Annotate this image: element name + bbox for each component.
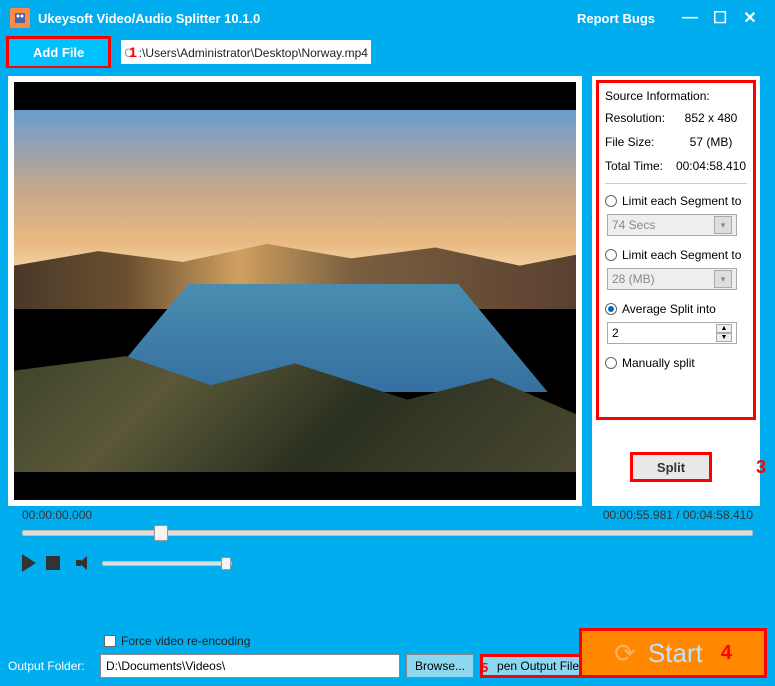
minimize-button[interactable]: — xyxy=(675,9,705,27)
play-button[interactable] xyxy=(22,554,36,572)
annotation-marker-4: 4 xyxy=(721,642,732,665)
start-label: Start xyxy=(648,638,703,669)
seek-slider[interactable] xyxy=(22,530,753,536)
filepath-display: C1:\Users\Administrator\Desktop\Norway.m… xyxy=(121,40,371,64)
open-output-file-button[interactable]: 5pen Output File xyxy=(480,654,588,678)
playback-controls xyxy=(8,540,767,572)
average-split-spinner[interactable]: 2▲▼ xyxy=(607,322,737,344)
average-split-radio[interactable]: Average Split into xyxy=(605,302,747,316)
reencode-label: Force video re-encoding xyxy=(121,634,250,648)
maximize-button[interactable]: ☐ xyxy=(705,8,735,28)
close-button[interactable]: ✕ xyxy=(735,8,765,28)
browse-button[interactable]: Browse... xyxy=(406,654,474,678)
annotation-marker-5: 5 xyxy=(481,660,488,675)
limit-time-radio[interactable]: Limit each Segment to xyxy=(605,194,747,208)
filesize-label: File Size: xyxy=(605,135,675,149)
app-logo-icon xyxy=(10,8,30,28)
time-left: 00:00:00.000 xyxy=(22,508,603,522)
video-area[interactable] xyxy=(14,82,576,500)
stop-button[interactable] xyxy=(46,556,60,570)
limit-size-radio[interactable]: Limit each Segment to xyxy=(605,248,747,262)
volume-icon[interactable] xyxy=(76,556,92,570)
toolbar: Add File C1:\Users\Administrator\Desktop… xyxy=(0,36,775,68)
side-panel: Source Information: Resolution:852 x 480… xyxy=(592,76,760,506)
video-frame xyxy=(14,110,576,472)
annotation-marker-1: 1 xyxy=(129,44,137,60)
limit-time-combo[interactable]: 74 Secs▾ xyxy=(607,214,737,236)
annotation-marker-3: 3 xyxy=(756,457,766,478)
spinner-up-icon[interactable]: ▲ xyxy=(716,324,732,333)
refresh-icon: ⟳ xyxy=(614,638,636,669)
spinner-down-icon[interactable]: ▼ xyxy=(716,333,732,342)
chevron-down-icon: ▾ xyxy=(714,270,732,288)
totaltime-label: Total Time: xyxy=(605,159,675,173)
manual-split-radio[interactable]: Manually split xyxy=(605,356,747,370)
time-right: 00:00:55.981 / 00:04:58.410 xyxy=(603,508,753,522)
reencode-checkbox[interactable] xyxy=(104,635,116,647)
seek-thumb[interactable] xyxy=(154,525,168,541)
limit-size-combo[interactable]: 28 (MB)▾ xyxy=(607,268,737,290)
start-button[interactable]: ⟳ Start 4 xyxy=(579,628,767,678)
content-area: 2 Source Information: Resolution:852 x 4… xyxy=(0,68,775,686)
volume-thumb[interactable] xyxy=(221,557,231,570)
timeline-labels: 00:00:00.000 00:00:55.981 / 00:04:58.410 xyxy=(8,506,767,522)
app-title: Ukeysoft Video/Audio Splitter 10.1.0 xyxy=(38,11,260,26)
totaltime-value: 00:04:58.410 xyxy=(675,159,747,173)
source-info-title: Source Information: xyxy=(605,89,747,103)
filesize-value: 57 (MB) xyxy=(675,135,747,149)
chevron-down-icon: ▾ xyxy=(714,216,732,234)
titlebar: Ukeysoft Video/Audio Splitter 10.1.0 Rep… xyxy=(0,0,775,36)
volume-slider[interactable] xyxy=(102,561,232,566)
report-bugs-link[interactable]: Report Bugs xyxy=(577,11,655,26)
add-file-button[interactable]: Add File xyxy=(6,36,111,69)
resolution-label: Resolution: xyxy=(605,111,675,125)
resolution-value: 852 x 480 xyxy=(675,111,747,125)
split-button[interactable]: Split xyxy=(630,452,712,482)
video-preview-panel xyxy=(8,76,582,506)
output-folder-input[interactable] xyxy=(100,654,400,678)
output-folder-label: Output Folder: xyxy=(8,659,92,673)
